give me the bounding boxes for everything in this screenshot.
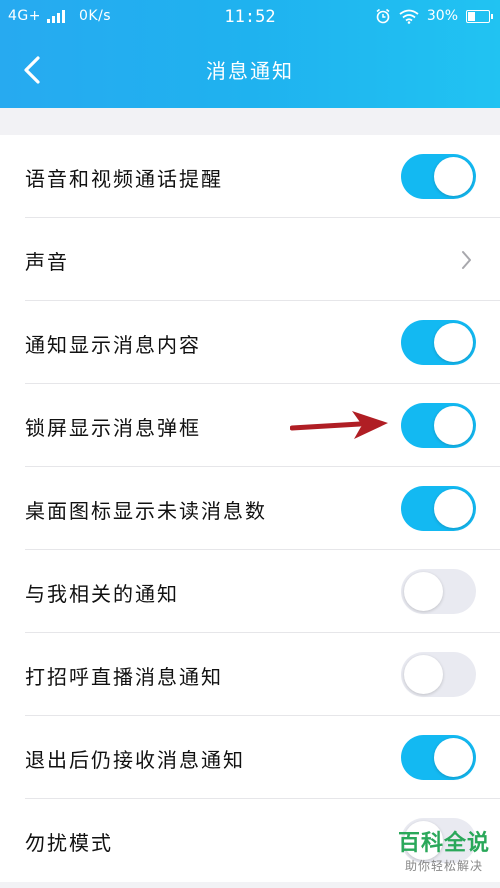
settings-row: 退出后仍接收消息通知 [0, 716, 500, 799]
settings-row-label: 锁屏显示消息弹框 [25, 416, 201, 440]
settings-row-label: 与我相关的通知 [25, 582, 179, 606]
toggle-knob [404, 655, 443, 694]
page-title: 消息通知 [206, 59, 294, 83]
toggle-switch[interactable] [401, 154, 476, 199]
chevron-left-icon [24, 56, 40, 84]
wifi-icon [399, 9, 419, 24]
toggle-switch[interactable] [401, 652, 476, 697]
back-button[interactable] [14, 50, 54, 90]
settings-row: 通知显示消息内容 [0, 301, 500, 384]
settings-row-label: 语音和视频通话提醒 [25, 167, 223, 191]
header-bar: 4G+ 0K/s 11:52 30% 消息通知 [0, 0, 500, 108]
toggle-switch[interactable] [401, 735, 476, 780]
battery-percent: 30% [426, 8, 458, 24]
status-right: 30% [375, 8, 493, 24]
toggle-knob [434, 489, 473, 528]
toggle-switch[interactable] [401, 569, 476, 614]
settings-row: 与我相关的通知 [0, 550, 500, 633]
watermark: 百科全说 助你轻松解决 [398, 825, 490, 874]
settings-row[interactable]: 声音 [0, 218, 500, 301]
settings-row: 打招呼直播消息通知 [0, 633, 500, 716]
toggle-switch[interactable] [401, 403, 476, 448]
toggle-knob [434, 323, 473, 362]
settings-row: 桌面图标显示未读消息数 [0, 467, 500, 550]
settings-row: 锁屏显示消息弹框 [0, 384, 500, 467]
chevron-right-icon [462, 251, 471, 269]
watermark-subtitle: 助你轻松解决 [404, 859, 483, 873]
settings-row-label: 声音 [25, 250, 69, 274]
watermark-title: 百科全说 [397, 831, 490, 856]
status-bar: 4G+ 0K/s 11:52 30% [0, 0, 500, 34]
settings-list: 语音和视频通话提醒 声音通知显示消息内容 锁屏显示消息弹框桌面图标显示未读消息数 与我… [0, 135, 500, 882]
toggle-knob [434, 157, 473, 196]
settings-row: 语音和视频通话提醒 [0, 135, 500, 218]
settings-row-label: 通知显示消息内容 [25, 333, 201, 357]
battery-icon [466, 9, 493, 23]
toggle-knob [434, 406, 473, 445]
settings-row-label: 勿扰模式 [25, 831, 113, 855]
settings-row-label: 打招呼直播消息通知 [25, 665, 223, 689]
toggle-knob [404, 572, 443, 611]
toggle-switch[interactable] [401, 486, 476, 531]
settings-row-label: 桌面图标显示未读消息数 [25, 499, 267, 523]
settings-row-label: 退出后仍接收消息通知 [25, 748, 245, 772]
toggle-knob [434, 738, 473, 777]
red-arrow-annotation [290, 411, 388, 439]
nav-bar: 消息通知 [0, 34, 500, 108]
toggle-switch[interactable] [401, 320, 476, 365]
alarm-icon [376, 8, 390, 24]
